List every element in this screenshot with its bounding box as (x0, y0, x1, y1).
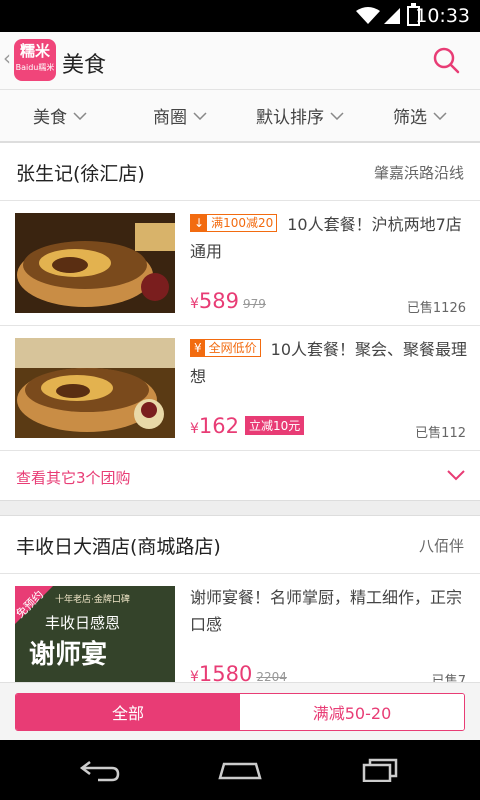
original-price: 2204 (256, 670, 287, 682)
shop-name: 丰收日大酒店(商城路店) (16, 536, 221, 558)
wifi-icon (356, 7, 380, 24)
shop-area: 肇嘉浜路沿线 (373, 164, 464, 182)
arrow-down-icon: ↓ (191, 215, 208, 231)
home-icon[interactable] (216, 758, 264, 782)
discount-badge: ↓ 满100减20 (190, 214, 278, 232)
shop-card: 丰收日大酒店(商城路店) 八佰伴 免预约 十年老店·金牌口碑 丰收日感恩 谢师宴… (0, 515, 480, 682)
deal-item[interactable]: 免预约 十年老店·金牌口碑 丰收日感恩 谢师宴 谢师宴餐！名师掌厨，精工细作，正… (0, 574, 480, 682)
badge-text: 全网低价 (208, 341, 257, 355)
chevron-down-icon (330, 111, 344, 120)
search-icon[interactable] (432, 46, 460, 74)
filter-bar: 美食 商圈 默认排序 筛选 (0, 90, 480, 142)
status-bar: 10:33 (0, 0, 480, 32)
signal-icon (384, 8, 400, 24)
more-deals-label: 查看其它3个团购 (16, 469, 131, 487)
tab-discount[interactable]: 满减50-20 (240, 694, 464, 730)
price-value: 162 (198, 414, 240, 438)
filter-more[interactable]: 筛选 (360, 90, 480, 141)
app-bar: ‹ 糯米 Baidu糯米 美食 (0, 32, 480, 90)
segmented-control: 全部 满减50-20 (15, 693, 465, 731)
page-title: 美食 (62, 53, 107, 78)
more-deals-row[interactable]: 查看其它3个团购 (0, 451, 480, 501)
bottom-filter-bar: 全部 满减50-20 (0, 682, 480, 740)
deal-image: 免预约 十年老店·金牌口碑 丰收日感恩 谢师宴 (15, 586, 175, 682)
chevron-down-icon (433, 111, 447, 120)
back-icon[interactable] (78, 758, 122, 782)
yen-icon: ¥ (191, 340, 205, 356)
back-chevron-icon[interactable]: ‹ (3, 46, 11, 70)
currency-symbol: ¥ (190, 296, 199, 312)
system-nav-bar (0, 740, 480, 800)
deal-price: ¥589 979 (190, 289, 266, 313)
chevron-down-icon (73, 111, 87, 120)
badge-text: 满100减20 (211, 216, 274, 230)
deal-title: 谢师宴餐！名师掌厨，精工细作，正宗口感 (190, 588, 463, 634)
section-divider (0, 501, 480, 515)
shop-area: 八佰伴 (418, 537, 464, 555)
filter-label: 筛选 (393, 108, 427, 128)
clock: 10:33 (415, 5, 470, 27)
chevron-down-icon (193, 111, 207, 120)
deal-image (15, 213, 175, 313)
logo-subtext: Baidu糯米 (15, 63, 55, 72)
deal-description: ¥ 全网低价 10人套餐！聚会、聚餐最理想 (190, 336, 470, 390)
image-caption: 谢师宴 (29, 640, 108, 670)
original-price: 979 (243, 297, 266, 311)
deal-image (15, 338, 175, 438)
sold-count: 已售112 (415, 426, 466, 441)
filter-sort[interactable]: 默认排序 (240, 90, 360, 141)
filter-label: 商圈 (153, 108, 187, 128)
currency-symbol: ¥ (190, 669, 199, 682)
deal-list[interactable]: 张生记(徐汇店) 肇嘉浜路沿线 ↓ 满100减20 10人套餐！沪杭两地7店通用… (0, 142, 480, 682)
deal-description: ↓ 满100减20 10人套餐！沪杭两地7店通用 (190, 211, 470, 265)
filter-label: 美食 (33, 108, 67, 128)
deal-price: ¥1580 2204 (190, 662, 287, 682)
shop-header[interactable]: 张生记(徐汇店) 肇嘉浜路沿线 (0, 143, 480, 201)
deal-item[interactable]: ↓ 满100减20 10人套餐！沪杭两地7店通用 ¥589 979 已售1126 (0, 201, 480, 326)
shop-card: 张生记(徐汇店) 肇嘉浜路沿线 ↓ 满100减20 10人套餐！沪杭两地7店通用… (0, 142, 480, 501)
tab-all[interactable]: 全部 (16, 694, 240, 730)
logo-text: 糯米 (19, 42, 50, 60)
price-value: 1580 (198, 662, 253, 682)
app-logo[interactable]: 糯米 Baidu糯米 (14, 39, 56, 81)
promo-tag: 立减10元 (245, 416, 305, 435)
chevron-down-icon (447, 470, 465, 481)
deal-price: ¥162 立减10元 (190, 414, 305, 438)
shop-header[interactable]: 丰收日大酒店(商城路店) 八佰伴 (0, 516, 480, 574)
deal-description: 谢师宴餐！名师掌厨，精工细作，正宗口感 (190, 584, 470, 638)
image-caption: 丰收日感恩 (45, 614, 121, 632)
filter-category[interactable]: 美食 (0, 90, 120, 141)
price-value: 589 (198, 289, 240, 313)
lowest-price-badge: ¥ 全网低价 (190, 339, 261, 357)
sold-count: 已售7 (431, 674, 466, 682)
app-screen: 10:33 ‹ 糯米 Baidu糯米 美食 美食 商圈 默认排序 筛选 张生记(… (0, 0, 480, 800)
recent-apps-icon[interactable] (360, 758, 400, 782)
sold-count: 已售1126 (406, 301, 466, 316)
currency-symbol: ¥ (190, 421, 199, 437)
deal-item[interactable]: ¥ 全网低价 10人套餐！聚会、聚餐最理想 ¥162 立减10元 已售112 (0, 326, 480, 451)
filter-district[interactable]: 商圈 (120, 90, 240, 141)
image-caption: 十年老店·金牌口碑 (55, 595, 130, 605)
shop-name: 张生记(徐汇店) (16, 163, 145, 185)
filter-label: 默认排序 (256, 108, 324, 128)
